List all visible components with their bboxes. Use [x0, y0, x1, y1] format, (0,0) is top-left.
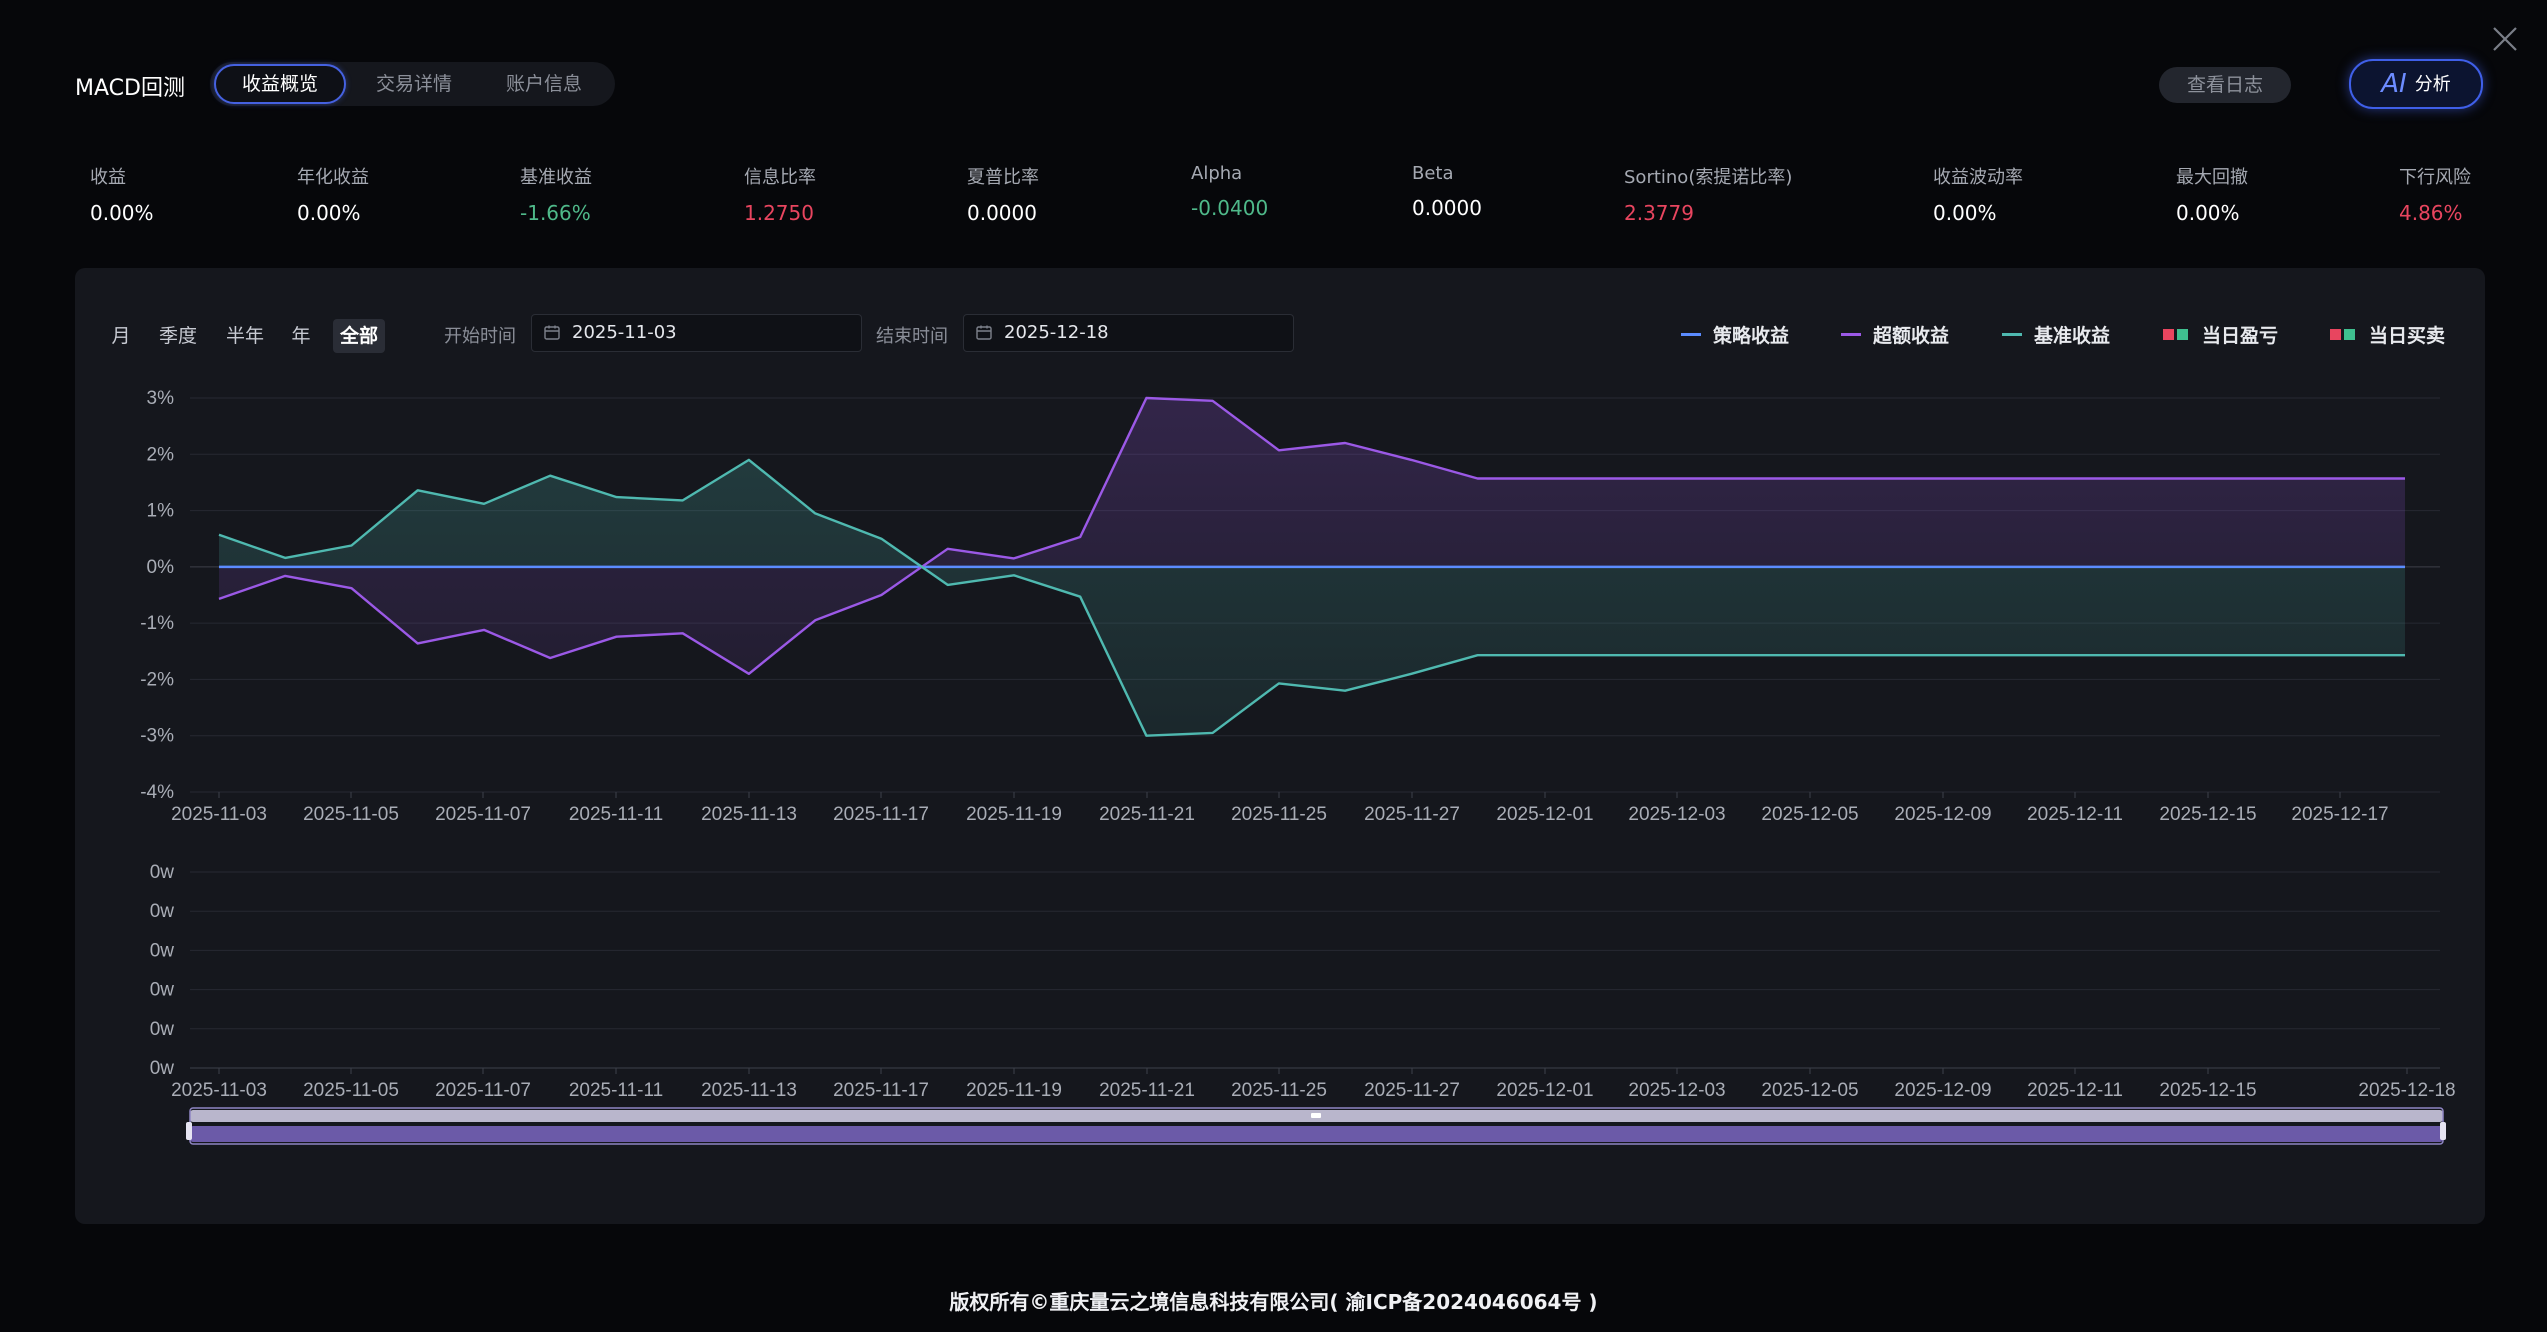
x-tick-label: 2025-11-21: [1099, 804, 1195, 825]
bar-y-tick-label: 0w: [150, 980, 175, 1001]
x-tick-label: 2025-11-03: [171, 804, 267, 825]
x-tick-label: 2025-11-13: [701, 804, 797, 825]
x-tick-label: 2025-11-11: [569, 804, 663, 825]
bar-x-tick-label: 2025-12-11: [2027, 1080, 2123, 1101]
bar-x-tick-label: 2025-11-13: [701, 1080, 797, 1101]
bar-x-tick-label: 2025-11-27: [1364, 1080, 1460, 1101]
bar-y-tick-label: 0w: [150, 1019, 175, 1040]
bar-y-tick-label: 0w: [150, 1058, 175, 1079]
zoom-grip-icon: [1311, 1113, 1321, 1118]
x-tick-label: 2025-12-03: [1628, 804, 1725, 825]
bar-x-tick-label: 2025-12-03: [1628, 1080, 1725, 1101]
bar-x-tick-label: 2025-12-01: [1496, 1080, 1593, 1101]
y-tick-label: -2%: [140, 669, 174, 690]
x-tick-label: 2025-11-07: [435, 804, 531, 825]
x-tick-label: 2025-12-09: [1894, 804, 1991, 825]
x-tick-label: 2025-11-25: [1231, 804, 1327, 825]
bar-x-tick-label: 2025-12-05: [1761, 1080, 1858, 1101]
bar-x-tick-label: 2025-12-15: [2159, 1080, 2256, 1101]
y-tick-label: 1%: [147, 501, 175, 522]
y-tick-label: -3%: [140, 726, 174, 747]
bar-x-tick-label: 2025-11-11: [569, 1080, 663, 1101]
bar-x-tick-label: 2025-12-18: [2358, 1080, 2455, 1101]
bar-x-tick-label: 2025-11-03: [171, 1080, 267, 1101]
bar-x-tick-label: 2025-11-19: [966, 1080, 1062, 1101]
x-tick-label: 2025-12-17: [2291, 804, 2388, 825]
bar-x-tick-label: 2025-11-05: [303, 1080, 399, 1101]
bar-y-tick-label: 0w: [150, 940, 175, 961]
zoom-handle-left: [186, 1122, 192, 1140]
x-tick-label: 2025-12-01: [1496, 804, 1593, 825]
bar-x-tick-label: 2025-11-07: [435, 1080, 531, 1101]
x-tick-label: 2025-11-05: [303, 804, 399, 825]
x-tick-label: 2025-11-27: [1364, 804, 1460, 825]
copyright-footer: 版权所有©重庆量云之境信息科技有限公司( 渝ICP备2024046064号 ): [949, 1290, 1598, 1314]
x-tick-label: 2025-12-11: [2027, 804, 2123, 825]
y-tick-label: 2%: [147, 444, 175, 465]
x-tick-label: 2025-12-05: [1761, 804, 1858, 825]
bar-x-tick-label: 2025-11-25: [1231, 1080, 1327, 1101]
y-tick-label: 0%: [147, 557, 175, 578]
x-tick-label: 2025-11-17: [833, 804, 929, 825]
bar-x-tick-label: 2025-11-21: [1099, 1080, 1195, 1101]
zoom-handle-right: [2440, 1122, 2446, 1140]
bar-x-tick-label: 2025-11-17: [833, 1080, 929, 1101]
zoom-slider-range: [190, 1126, 2443, 1142]
bar-y-tick-label: 0w: [150, 901, 175, 922]
y-tick-label: -4%: [140, 782, 174, 803]
bar-x-tick-label: 2025-12-09: [1894, 1080, 1991, 1101]
bar-y-tick-label: 0w: [150, 862, 175, 883]
x-tick-label: 2025-12-15: [2159, 804, 2256, 825]
y-tick-label: 3%: [147, 388, 175, 409]
y-tick-label: -1%: [140, 613, 174, 634]
returns-chart: 3%2%1%0%-1%-2%-3%-4%2025-11-03 2025-11-05…: [140, 388, 2456, 1145]
x-tick-label: 2025-11-19: [966, 804, 1062, 825]
